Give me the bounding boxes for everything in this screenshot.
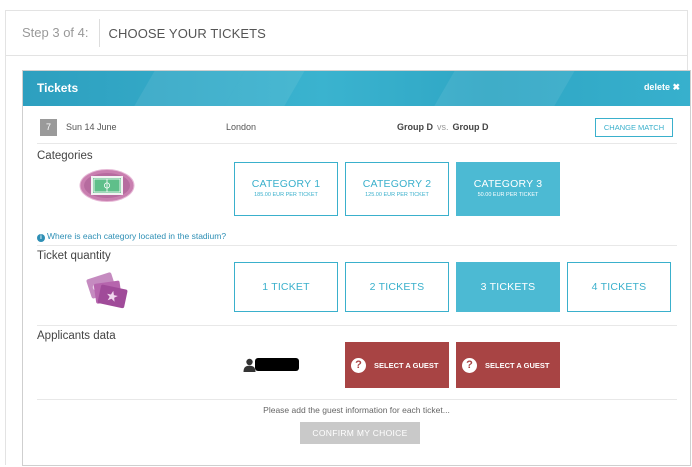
info-icon: i <box>37 234 45 242</box>
quantity-4-option[interactable]: 4 TICKETS <box>567 262 671 312</box>
away-team: Group D <box>452 122 489 132</box>
section-divider <box>37 399 677 400</box>
match-date: Sun 14 June <box>66 122 117 132</box>
guest-info-hint: Please add the guest information for eac… <box>263 405 450 415</box>
question-icon: ? <box>462 357 477 373</box>
step-number: Step 3 of 4: <box>22 25 89 40</box>
panel-title: Tickets <box>37 81 79 95</box>
header-decoration <box>419 71 587 106</box>
confirm-choice-button[interactable]: CONFIRM MY CHOICE <box>300 422 420 444</box>
select-guest-label: SELECT A GUEST <box>485 360 550 370</box>
category-1-title: CATEGORY 1 <box>251 178 321 190</box>
question-icon: ? <box>351 357 366 373</box>
category-3-title: CATEGORY 3 <box>473 178 543 190</box>
select-guest-label: SELECT A GUEST <box>374 360 439 370</box>
home-team: Group D <box>397 122 433 132</box>
delete-button[interactable]: delete ✖ <box>644 82 680 93</box>
match-teams: Group Dvs. Group D <box>397 122 489 132</box>
category-1-price: 185.00 EUR PER TICKET <box>254 192 318 198</box>
page: Step 3 of 4: CHOOSE YOUR TICKETS Tickets… <box>0 0 692 467</box>
section-divider <box>37 245 677 246</box>
stadium-map-link[interactable]: i Where is each category located in the s… <box>37 231 226 242</box>
applicants-label: Applicants data <box>37 330 116 342</box>
match-number-badge: 7 <box>40 119 57 136</box>
step-title: CHOOSE YOUR TICKETS <box>108 25 266 41</box>
select-guest-button-2[interactable]: ? SELECT A GUEST <box>456 342 560 388</box>
stadium-map-link-text: Where is each category located in the st… <box>47 231 227 241</box>
select-guest-button-1[interactable]: ? SELECT A GUEST <box>345 342 449 388</box>
quantity-1-option[interactable]: 1 TICKET <box>234 262 338 312</box>
category-2-title: CATEGORY 2 <box>362 178 432 190</box>
panel-header: Tickets delete ✖ <box>23 71 690 106</box>
category-3-option[interactable]: CATEGORY 3 50.00 EUR PER TICKET <box>456 162 560 216</box>
step-divider <box>98 19 100 47</box>
tickets-icon <box>86 272 128 309</box>
category-2-option[interactable]: CATEGORY 2 125.00 EUR PER TICKET <box>345 162 449 216</box>
category-1-option[interactable]: CATEGORY 1 185.00 EUR PER TICKET <box>234 162 338 216</box>
category-2-price: 125.00 EUR PER TICKET <box>365 192 429 198</box>
quantity-2-option[interactable]: 2 TICKETS <box>345 262 449 312</box>
match-row: 7 Sun 14 June London Group Dvs. Group D C… <box>37 111 677 144</box>
checkout-frame: Step 3 of 4: CHOOSE YOUR TICKETS Tickets… <box>5 10 691 466</box>
stadium-icon <box>79 169 135 202</box>
section-divider <box>37 325 677 326</box>
change-match-button[interactable]: CHANGE MATCH <box>595 118 673 137</box>
ticket-quantity-label: Ticket quantity <box>37 250 111 262</box>
category-3-price: 50.00 EUR PER TICKET <box>477 192 539 198</box>
quantity-3-option[interactable]: 3 TICKETS <box>456 262 560 312</box>
redacted-applicant-name <box>255 358 299 371</box>
categories-label: Categories <box>37 150 93 162</box>
vs-label: vs. <box>437 122 449 132</box>
match-city: London <box>226 122 257 132</box>
step-header: Step 3 of 4: CHOOSE YOUR TICKETS <box>6 11 687 56</box>
applicant-entry <box>243 357 303 373</box>
tickets-panel: Tickets delete ✖ 7 Sun 14 June London Gr… <box>22 70 691 466</box>
